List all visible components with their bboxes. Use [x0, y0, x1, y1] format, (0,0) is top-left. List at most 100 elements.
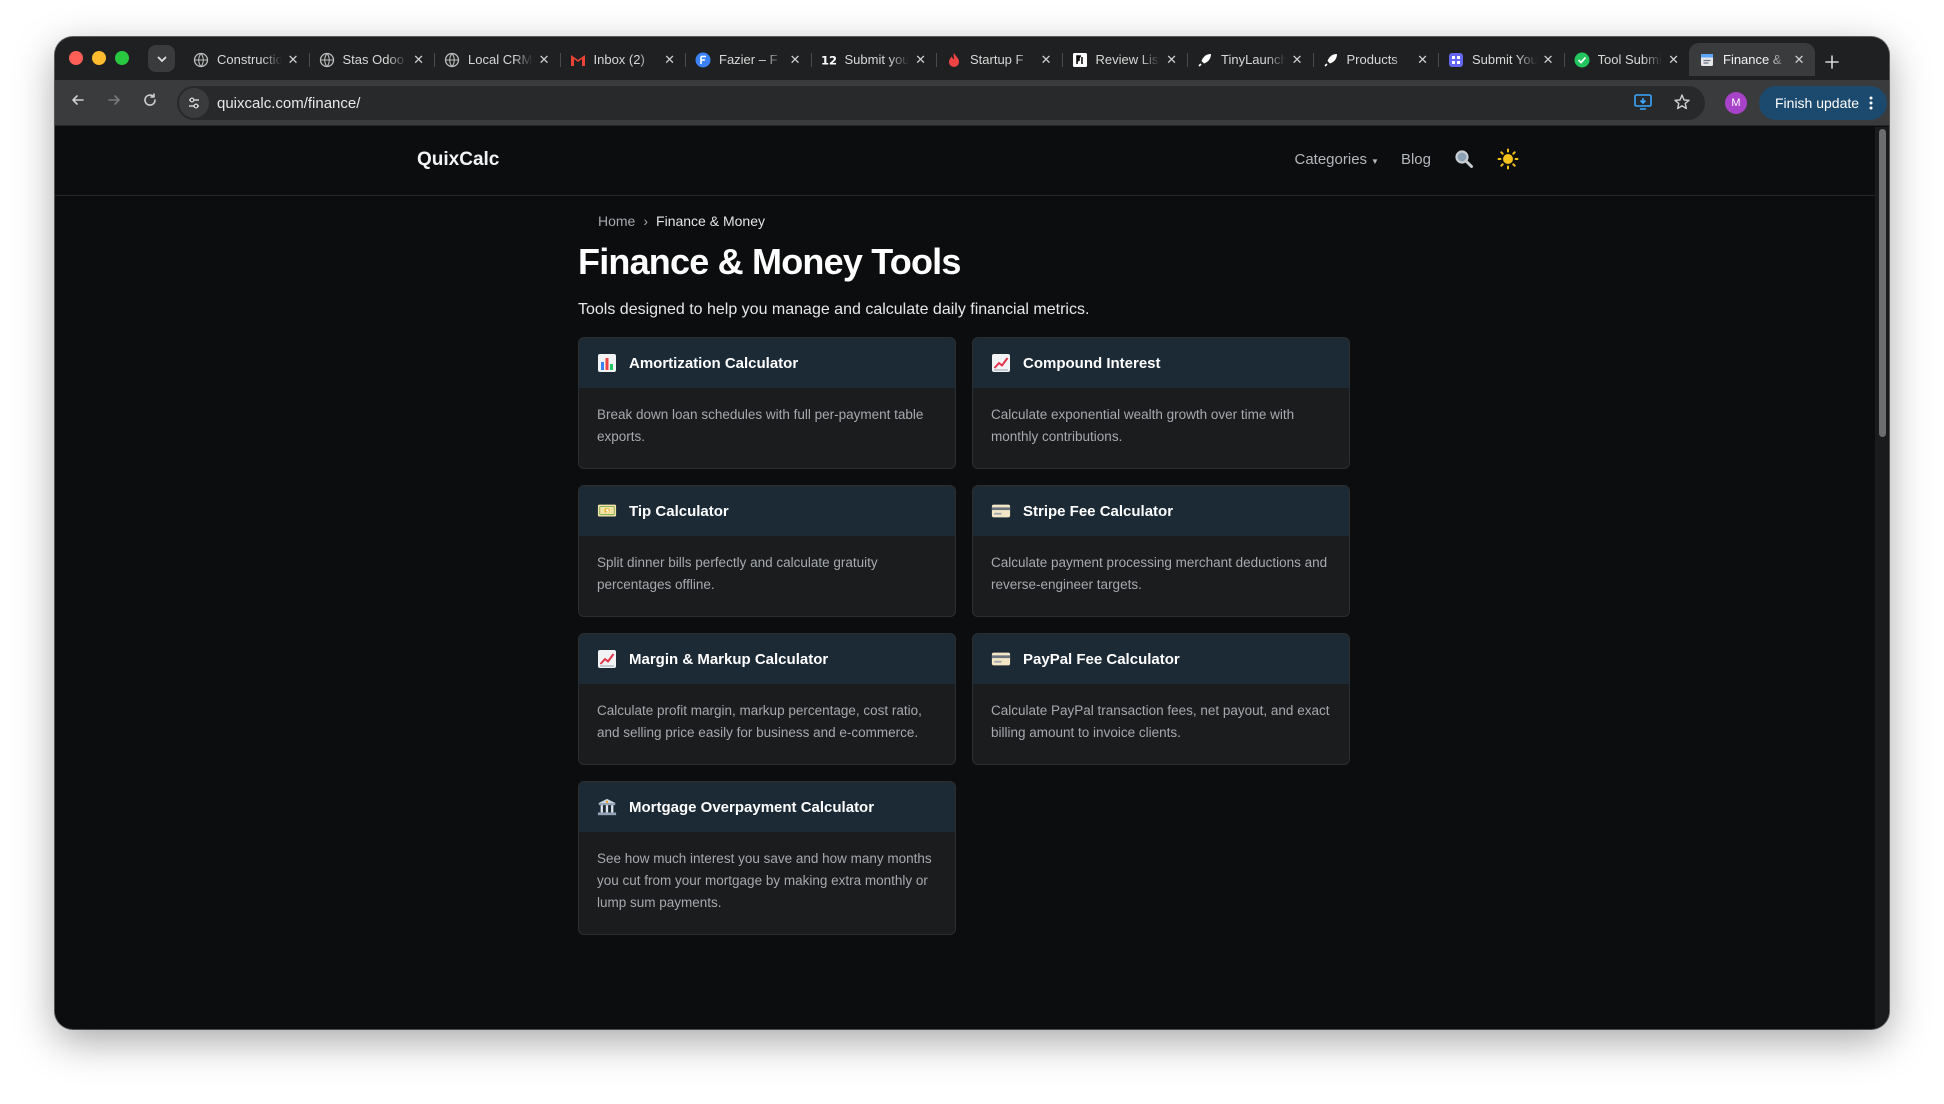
- svg-text:12: 12: [821, 53, 837, 67]
- install-app-button[interactable]: [1633, 93, 1653, 116]
- tool-card-title[interactable]: Stripe Fee Calculator: [1023, 503, 1173, 520]
- close-tab-icon[interactable]: ✕: [790, 52, 801, 68]
- tool-card-title[interactable]: Amortization Calculator: [629, 355, 798, 372]
- url-text[interactable]: quixcalc.com/finance/: [217, 95, 360, 112]
- close-tab-icon[interactable]: ✕: [1292, 52, 1303, 68]
- page-icon: [1699, 52, 1715, 68]
- browser-tab-active[interactable]: Finance & ✕: [1689, 43, 1815, 76]
- tab-search-button[interactable]: [148, 45, 175, 72]
- svg-text:$: $: [605, 509, 609, 515]
- check-icon: [1574, 52, 1590, 68]
- tool-card[interactable]: Amortization Calculator Break down loan …: [578, 337, 956, 469]
- browser-tab[interactable]: Submit Your ✕: [1438, 43, 1564, 76]
- forward-button[interactable]: [103, 92, 125, 113]
- tool-card[interactable]: Stripe Fee Calculator Calculate payment …: [972, 485, 1350, 617]
- browser-tab[interactable]: Tool Submit ✕: [1563, 43, 1690, 76]
- globe-icon: [193, 52, 209, 68]
- close-tab-icon[interactable]: ✕: [915, 52, 926, 68]
- address-bar[interactable]: quixcalc.com/finance/: [177, 86, 1705, 120]
- maximize-window-button[interactable]: [115, 51, 129, 65]
- browser-tab[interactable]: Local CRM ✕: [434, 43, 560, 76]
- close-tab-icon[interactable]: ✕: [1543, 52, 1554, 68]
- tool-card-description: Calculate payment processing merchant de…: [991, 555, 1328, 592]
- tool-card-title[interactable]: Mortgage Overpayment Calculator: [629, 799, 874, 816]
- profile-avatar[interactable]: M: [1725, 92, 1747, 114]
- tool-card-header: Amortization Calculator: [579, 338, 955, 388]
- close-tab-icon[interactable]: ✕: [288, 52, 299, 68]
- site-logo[interactable]: QuixCalc: [417, 149, 499, 171]
- page-title: Finance & Money Tools: [578, 241, 961, 282]
- browser-tab[interactable]: TinyLaunch ✕: [1187, 43, 1313, 76]
- tool-card-title[interactable]: PayPal Fee Calculator: [1023, 651, 1180, 668]
- page-description: Tools designed to help you manage and ca…: [578, 301, 1090, 318]
- browser-tab[interactable]: Products ✕: [1312, 43, 1439, 76]
- blog-link[interactable]: Blog: [1401, 151, 1431, 168]
- site-info-button[interactable]: [179, 88, 209, 118]
- tool-card-title[interactable]: Margin & Markup Calculator: [629, 651, 828, 668]
- tool-card-title[interactable]: Tip Calculator: [629, 503, 729, 520]
- install-app-icon: [1634, 94, 1652, 110]
- close-tab-icon[interactable]: ✕: [1668, 52, 1679, 68]
- more-vertical-icon: [1869, 96, 1873, 110]
- back-button[interactable]: [67, 92, 89, 113]
- bank-icon: [597, 797, 617, 817]
- close-tab-icon[interactable]: ✕: [539, 52, 550, 68]
- close-tab-icon[interactable]: ✕: [664, 52, 675, 68]
- tab-title: Construction: [217, 52, 282, 67]
- tool-card-header: $ Tip Calculator: [579, 486, 955, 536]
- browser-tab[interactable]: 12 Submit your ✕: [810, 43, 937, 76]
- main-content: Home › Finance & Money Finance & Money T…: [578, 213, 1358, 935]
- tab-title: Products: [1346, 52, 1398, 67]
- categories-menu[interactable]: Categories ▼: [1295, 151, 1379, 168]
- tool-card[interactable]: PayPal Fee Calculator Calculate PayPal t…: [972, 633, 1350, 765]
- reload-button[interactable]: [139, 92, 161, 113]
- new-tab-button[interactable]: [1815, 43, 1849, 80]
- browser-tab[interactable]: Stas Odoo ✕: [308, 43, 435, 76]
- trend-up-icon: [597, 649, 617, 669]
- browser-tab[interactable]: Inbox (2) ✕: [559, 43, 686, 76]
- close-tab-icon[interactable]: ✕: [1417, 52, 1428, 68]
- minimize-window-button[interactable]: [92, 51, 106, 65]
- finish-update-button[interactable]: Finish update: [1759, 86, 1888, 120]
- scrollbar-thumb[interactable]: [1879, 129, 1886, 437]
- tool-card-description: See how much interest you save and how m…: [597, 851, 932, 910]
- close-window-button[interactable]: [69, 51, 83, 65]
- browser-tab[interactable]: Fazier – F ✕: [685, 43, 811, 76]
- theme-toggle-button[interactable]: [1497, 148, 1519, 170]
- star-icon: [1674, 94, 1690, 110]
- browser-tab[interactable]: Startup F ✕: [936, 43, 1062, 76]
- tool-card[interactable]: Margin & Markup Calculator Calculate pro…: [578, 633, 956, 765]
- search-icon: [1455, 150, 1473, 168]
- browser-tab[interactable]: Construction ✕: [183, 43, 309, 76]
- bar-chart-icon: [597, 353, 617, 373]
- tab-title: Fazier – F: [719, 52, 778, 67]
- sun-icon: [1497, 148, 1519, 170]
- grid-icon: [1448, 52, 1464, 68]
- arrow-left-icon: [72, 95, 84, 105]
- tool-card-title[interactable]: Compound Interest: [1023, 355, 1161, 372]
- tool-grid: Amortization Calculator Break down loan …: [578, 337, 1358, 935]
- close-tab-icon[interactable]: ✕: [413, 52, 424, 68]
- tab-title: Submit your: [844, 52, 910, 67]
- search-button[interactable]: [1453, 148, 1475, 170]
- browser-tab[interactable]: Review List ✕: [1061, 43, 1188, 76]
- bookmark-button[interactable]: [1673, 93, 1691, 116]
- breadcrumb-home-link[interactable]: Home: [598, 213, 635, 229]
- close-tab-icon[interactable]: ✕: [1166, 52, 1177, 68]
- tab-title: Review List: [1095, 52, 1161, 67]
- gmail-icon: [570, 52, 586, 68]
- tab-title: Inbox (2): [593, 52, 645, 67]
- globe-icon: [444, 52, 460, 68]
- close-tab-icon[interactable]: ✕: [1794, 52, 1805, 68]
- tool-card[interactable]: Compound Interest Calculate exponential …: [972, 337, 1350, 469]
- tool-card[interactable]: Mortgage Overpayment Calculator See how …: [578, 781, 956, 935]
- finish-update-label: Finish update: [1775, 95, 1860, 111]
- tab-title: TinyLaunch: [1221, 52, 1286, 67]
- close-tab-icon[interactable]: ✕: [1041, 52, 1052, 68]
- page-scrollbar[interactable]: [1875, 127, 1889, 1029]
- credit-card-icon: [991, 649, 1011, 669]
- plus-icon: [1824, 54, 1839, 69]
- tool-card[interactable]: $ Tip Calculator Split dinner bills perf…: [578, 485, 956, 617]
- tool-card-header: Compound Interest: [973, 338, 1349, 388]
- tab-title: Tool Submit: [1597, 52, 1663, 67]
